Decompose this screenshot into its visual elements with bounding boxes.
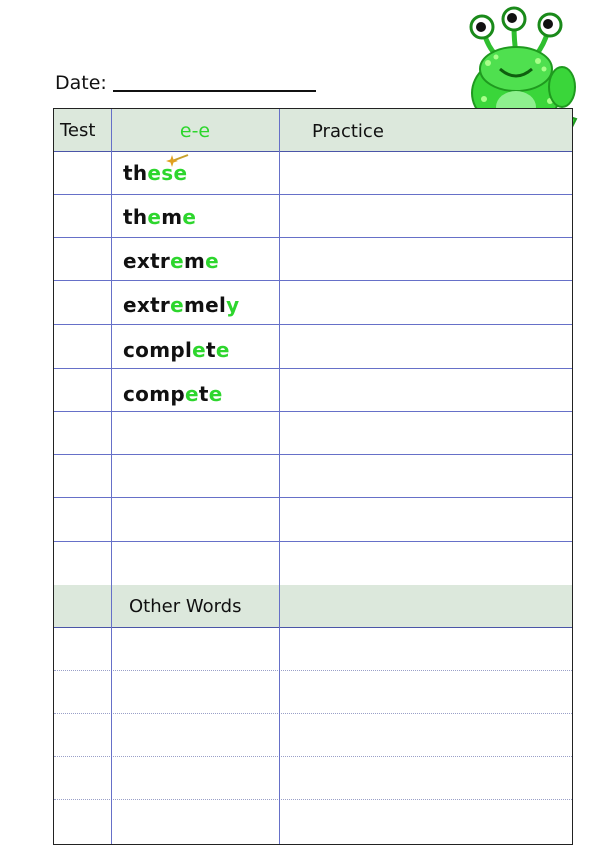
word-letters: extr (123, 293, 171, 317)
table-row[interactable] (54, 541, 572, 586)
word-pattern-letters: e (205, 249, 219, 273)
spelling-word: compete (123, 382, 223, 406)
word-letters: mel (183, 293, 227, 317)
spelling-word: extreme (123, 249, 219, 273)
date-row: Date: (55, 72, 316, 94)
spelling-word: complete (123, 338, 230, 362)
column-header-practice: Practice (312, 121, 384, 142)
word-letters: th (123, 161, 148, 185)
writing-row[interactable] (54, 756, 572, 800)
word-pattern-letters: e (184, 382, 199, 406)
word-pattern-letters: e (147, 205, 162, 229)
table-row[interactable] (54, 497, 572, 542)
column-divider (279, 109, 280, 844)
spelling-word: extremely (123, 293, 239, 317)
other-words-label: Other Words (129, 596, 242, 617)
word-pattern-letters: e (182, 205, 197, 229)
word-pattern-letters: e (208, 382, 223, 406)
word-pattern-letters: ese (147, 161, 188, 185)
writing-row[interactable] (54, 627, 572, 671)
word-letters: m (183, 249, 206, 273)
writing-row[interactable] (54, 713, 572, 757)
other-words-header-row: Other Words (54, 585, 572, 628)
writing-row[interactable] (54, 670, 572, 714)
word-pattern-letters: e (170, 293, 184, 317)
word-letters: th (123, 205, 148, 229)
word-letters: t (198, 382, 209, 406)
word-letters: t (205, 338, 216, 362)
word-pattern-letters: e (170, 249, 184, 273)
word-pattern-letters: e (215, 338, 230, 362)
date-label: Date: (55, 72, 107, 94)
word-letters: m (161, 205, 183, 229)
column-divider (111, 109, 112, 844)
word-letters: extr (123, 249, 171, 273)
column-header-test: Test (60, 120, 96, 141)
table-row[interactable] (54, 454, 572, 498)
header-row: Test e-e Practice (54, 109, 572, 152)
word-letters: compl (123, 338, 193, 362)
column-header-pattern: e-e (179, 120, 211, 142)
word-table: Test e-e Practice Other Words these them… (53, 108, 573, 845)
word-letters: comp (123, 382, 185, 406)
table-row[interactable] (54, 411, 572, 455)
spelling-word: these (123, 161, 187, 185)
date-write-line[interactable] (112, 90, 316, 92)
spelling-word: theme (123, 205, 196, 229)
word-pattern-letters: e (192, 338, 206, 362)
word-pattern-letters: y (226, 293, 240, 317)
